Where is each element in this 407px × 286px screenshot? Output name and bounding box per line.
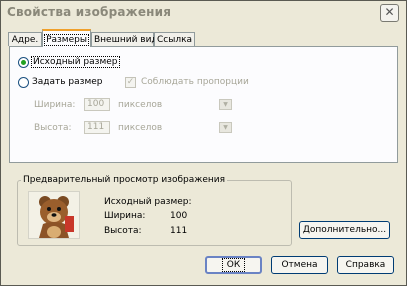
width-unit-label: пикселов (118, 100, 163, 110)
cancel-button[interactable]: Отмена (271, 256, 328, 274)
preview-width-value: 100 (170, 211, 188, 221)
width-unit-dropdown[interactable]: ▼ (219, 99, 232, 110)
chevron-down-icon: ▼ (223, 101, 228, 108)
advanced-button[interactable]: Дополнительно... (299, 221, 390, 239)
help-button[interactable]: Справка (337, 256, 394, 274)
bear-picture-icon (29, 192, 79, 238)
tab-address-label: Адре. (11, 35, 39, 45)
chevron-down-icon: ▼ (223, 124, 228, 131)
tab-dimensions[interactable]: Размеры (42, 29, 91, 47)
height-unit-dropdown[interactable]: ▼ (219, 122, 232, 133)
title-bar[interactable]: Свойства изображения ✕ (1, 1, 406, 23)
preview-height-label: Высота: (104, 226, 142, 236)
close-icon: ✕ (384, 5, 395, 19)
window-title: Свойства изображения (7, 5, 172, 19)
close-button[interactable]: ✕ (380, 4, 399, 22)
ok-button-label: ОК (221, 258, 246, 272)
tab-link-label: Ссылка (157, 35, 193, 45)
custom-size-radio[interactable] (18, 77, 29, 88)
width-label: Ширина: (34, 100, 76, 110)
original-size-label: Исходный размер (31, 56, 120, 68)
tab-dimensions-label: Размеры (44, 34, 89, 46)
preview-width-label: Ширина: (104, 211, 146, 221)
tab-appearance[interactable]: Внешний вид (91, 32, 158, 46)
custom-size-label: Задать размер (32, 77, 103, 87)
tab-address[interactable]: Адре. (8, 32, 42, 46)
image-properties-dialog: Свойства изображения ✕ Адре. Размеры Вне… (0, 0, 407, 286)
preview-group-label: Предварительный просмотр изображения (21, 175, 228, 185)
original-size-radio[interactable] (18, 57, 29, 68)
radio-selected-dot (21, 60, 26, 65)
image-preview-thumbnail (28, 191, 80, 239)
preview-height-value: 111 (170, 226, 188, 236)
height-label: Высота: (34, 123, 72, 133)
height-input[interactable]: 111 (84, 121, 110, 134)
width-input[interactable]: 100 (84, 98, 110, 111)
height-unit-label: пикселов (118, 123, 163, 133)
dimensions-panel: Исходный размер Задать размер ✓ Соблюдат… (9, 46, 398, 163)
tab-appearance-label: Внешний вид (94, 35, 158, 45)
preview-original-size-label: Исходный размер: (104, 197, 192, 207)
ok-button[interactable]: ОК (205, 256, 262, 274)
keep-proportions-checkbox[interactable]: ✓ (125, 77, 136, 88)
keep-proportions-label: Соблюдать пропорции (141, 77, 249, 87)
tab-link[interactable]: Ссылка (154, 32, 195, 46)
